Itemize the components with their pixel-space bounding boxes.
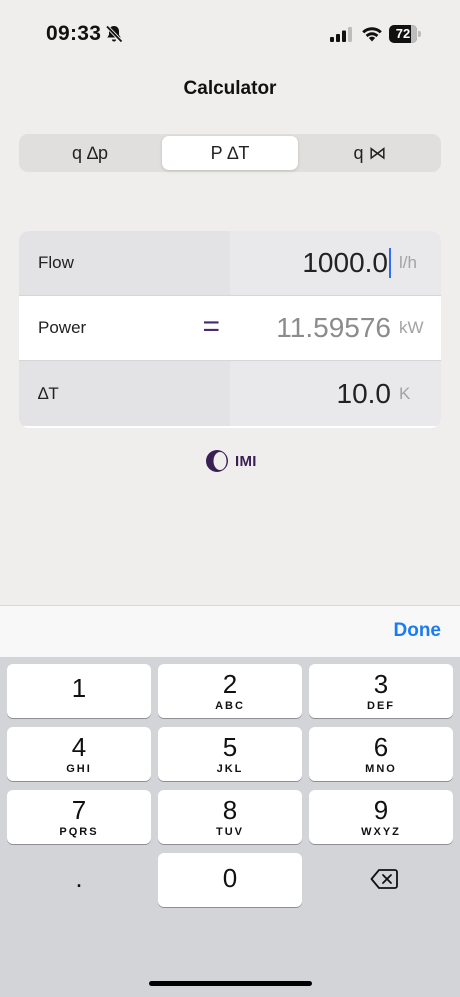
key-2[interactable]: 2 ABC	[158, 664, 302, 718]
number-pad: 1 2 ABC 3 DEF 4 GHI 5 JKL 6 MNO 7 PQRS 8…	[0, 657, 460, 997]
key-5[interactable]: 5 JKL	[158, 727, 302, 781]
key-6[interactable]: 6 MNO	[309, 727, 453, 781]
power-unit: kW	[399, 318, 424, 337]
key-9-digit: 9	[373, 795, 389, 825]
key-7[interactable]: 7 PQRS	[7, 790, 151, 844]
key-7-digit: 7	[71, 795, 87, 825]
key-3-digit: 3	[373, 669, 389, 699]
backspace-key[interactable]	[309, 853, 453, 907]
key-3[interactable]: 3 DEF	[309, 664, 453, 718]
key-6-letters: MNO	[365, 763, 397, 775]
equals-sign: =	[202, 310, 220, 343]
cellular-signal-icon	[330, 27, 352, 42]
power-label-text: Power	[38, 318, 87, 337]
key-5-digit: 5	[222, 732, 238, 762]
power-row: Power = 11.59576 kW	[19, 296, 441, 361]
power-label: Power =	[19, 296, 230, 360]
key-4[interactable]: 4 GHI	[7, 727, 151, 781]
imi-logo-text: IMI	[235, 452, 257, 470]
battery-icon: 72	[389, 25, 421, 43]
imi-logo: IMI	[204, 449, 257, 473]
page-title: Calculator	[183, 78, 277, 99]
delta-t-field[interactable]: 10.0 K	[230, 361, 441, 426]
key-9-letters: WXYZ	[361, 826, 401, 838]
key-2-letters: ABC	[215, 700, 245, 712]
mode-segmented-control: q ∆p P ∆T q ⋈	[19, 134, 441, 172]
delta-t-label: ∆T	[19, 361, 230, 426]
key-3-letters: DEF	[367, 700, 395, 712]
key-0[interactable]: 0	[158, 853, 302, 907]
flow-label: Flow	[19, 231, 230, 295]
delta-t-value[interactable]: 10.0	[337, 378, 392, 410]
segment-q-dp[interactable]: q ∆p	[22, 136, 158, 170]
key-2-digit: 2	[222, 669, 238, 699]
backspace-icon	[370, 869, 398, 889]
delta-t-row: ∆T 10.0 K	[19, 361, 441, 426]
home-indicator[interactable]	[149, 981, 312, 986]
key-4-letters: GHI	[66, 763, 92, 775]
text-caret	[389, 248, 391, 278]
status-bar: 09:33 72	[0, 0, 460, 62]
key-5-letters: JKL	[216, 763, 244, 775]
power-field: 11.59576 kW	[230, 296, 441, 360]
key-8[interactable]: 8 TUV	[158, 790, 302, 844]
key-1[interactable]: 1	[7, 664, 151, 718]
battery-level: 72	[395, 26, 411, 41]
segment-p-dt[interactable]: P ∆T	[162, 136, 298, 170]
power-value: 11.59576	[276, 312, 391, 343]
flow-field[interactable]: 1000.0 l/h	[230, 231, 441, 295]
key-8-digit: 8	[222, 795, 238, 825]
key-0-digit: 0	[222, 863, 238, 893]
calculator-table: Flow 1000.0 l/h Power = 11.59576 kW ∆T 1…	[19, 231, 441, 428]
segment-q-valve[interactable]: q ⋈	[302, 136, 438, 170]
key-4-digit: 4	[71, 732, 87, 762]
flow-unit: l/h	[399, 253, 417, 272]
key-decimal-digit: .	[75, 863, 83, 893]
key-6-digit: 6	[373, 732, 389, 762]
flow-value[interactable]: 1000.0	[302, 247, 388, 279]
done-button[interactable]: Done	[394, 620, 442, 642]
key-9[interactable]: 9 WXYZ	[309, 790, 453, 844]
flow-row: Flow 1000.0 l/h	[19, 231, 441, 296]
key-7-letters: PQRS	[59, 826, 99, 838]
delta-t-unit: K	[399, 383, 411, 403]
status-time: 09:33	[46, 22, 102, 45]
imi-logo-icon	[206, 450, 228, 472]
bell-slash-icon	[105, 25, 123, 43]
key-decimal[interactable]: .	[7, 853, 151, 907]
wifi-icon	[362, 27, 382, 42]
key-8-letters: TUV	[216, 826, 244, 838]
key-1-digit: 1	[71, 673, 87, 703]
keyboard-toolbar: Done	[0, 605, 460, 657]
